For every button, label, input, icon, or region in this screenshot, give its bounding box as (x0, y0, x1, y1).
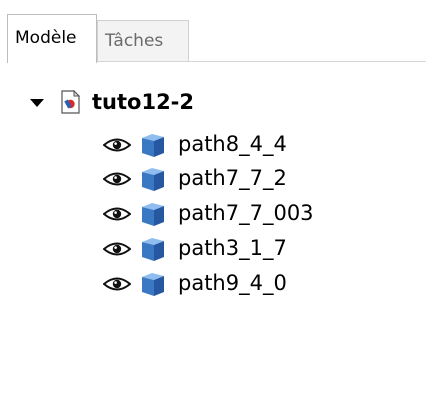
tab-bar: Modèle Tâches (7, 14, 427, 63)
tab-model-label: Modèle (15, 28, 77, 48)
tab-model[interactable]: Modèle (7, 14, 97, 63)
tree-item[interactable]: path3_1_7 (0, 233, 434, 266)
document-icon (61, 90, 81, 114)
tree-root-item[interactable]: tuto12-2 (0, 88, 434, 126)
eye-icon[interactable] (103, 171, 131, 187)
tree-item-label: path3_1_7 (178, 236, 287, 260)
tab-tasks[interactable]: Tâches (97, 20, 189, 62)
model-panel: Modèle Tâches tuto12-2 path8_4_4 path7_7… (0, 0, 434, 396)
cube-icon (142, 203, 164, 226)
tree-item[interactable]: path7_7_2 (0, 163, 434, 196)
tab-divider (96, 61, 426, 62)
tree-item[interactable]: path8_4_4 (0, 129, 434, 162)
tree-root-label: tuto12-2 (92, 90, 195, 114)
tree-item-label: path7_7_003 (178, 201, 314, 225)
eye-icon[interactable] (103, 241, 131, 257)
eye-icon[interactable] (103, 206, 131, 222)
cube-icon (142, 134, 164, 157)
eye-icon[interactable] (103, 137, 131, 153)
tree-item[interactable]: path7_7_003 (0, 198, 434, 231)
tab-tasks-label: Tâches (105, 31, 164, 51)
tree-item-label: path7_7_2 (178, 166, 287, 190)
eye-icon[interactable] (103, 276, 131, 292)
tree-item-label: path9_4_0 (178, 271, 287, 295)
cube-icon (142, 238, 164, 261)
expand-arrow-icon[interactable] (28, 94, 46, 112)
tree-item[interactable]: path9_4_0 (0, 268, 434, 301)
cube-icon (142, 273, 164, 296)
cube-icon (142, 168, 164, 191)
tree-item-label: path8_4_4 (178, 132, 287, 156)
